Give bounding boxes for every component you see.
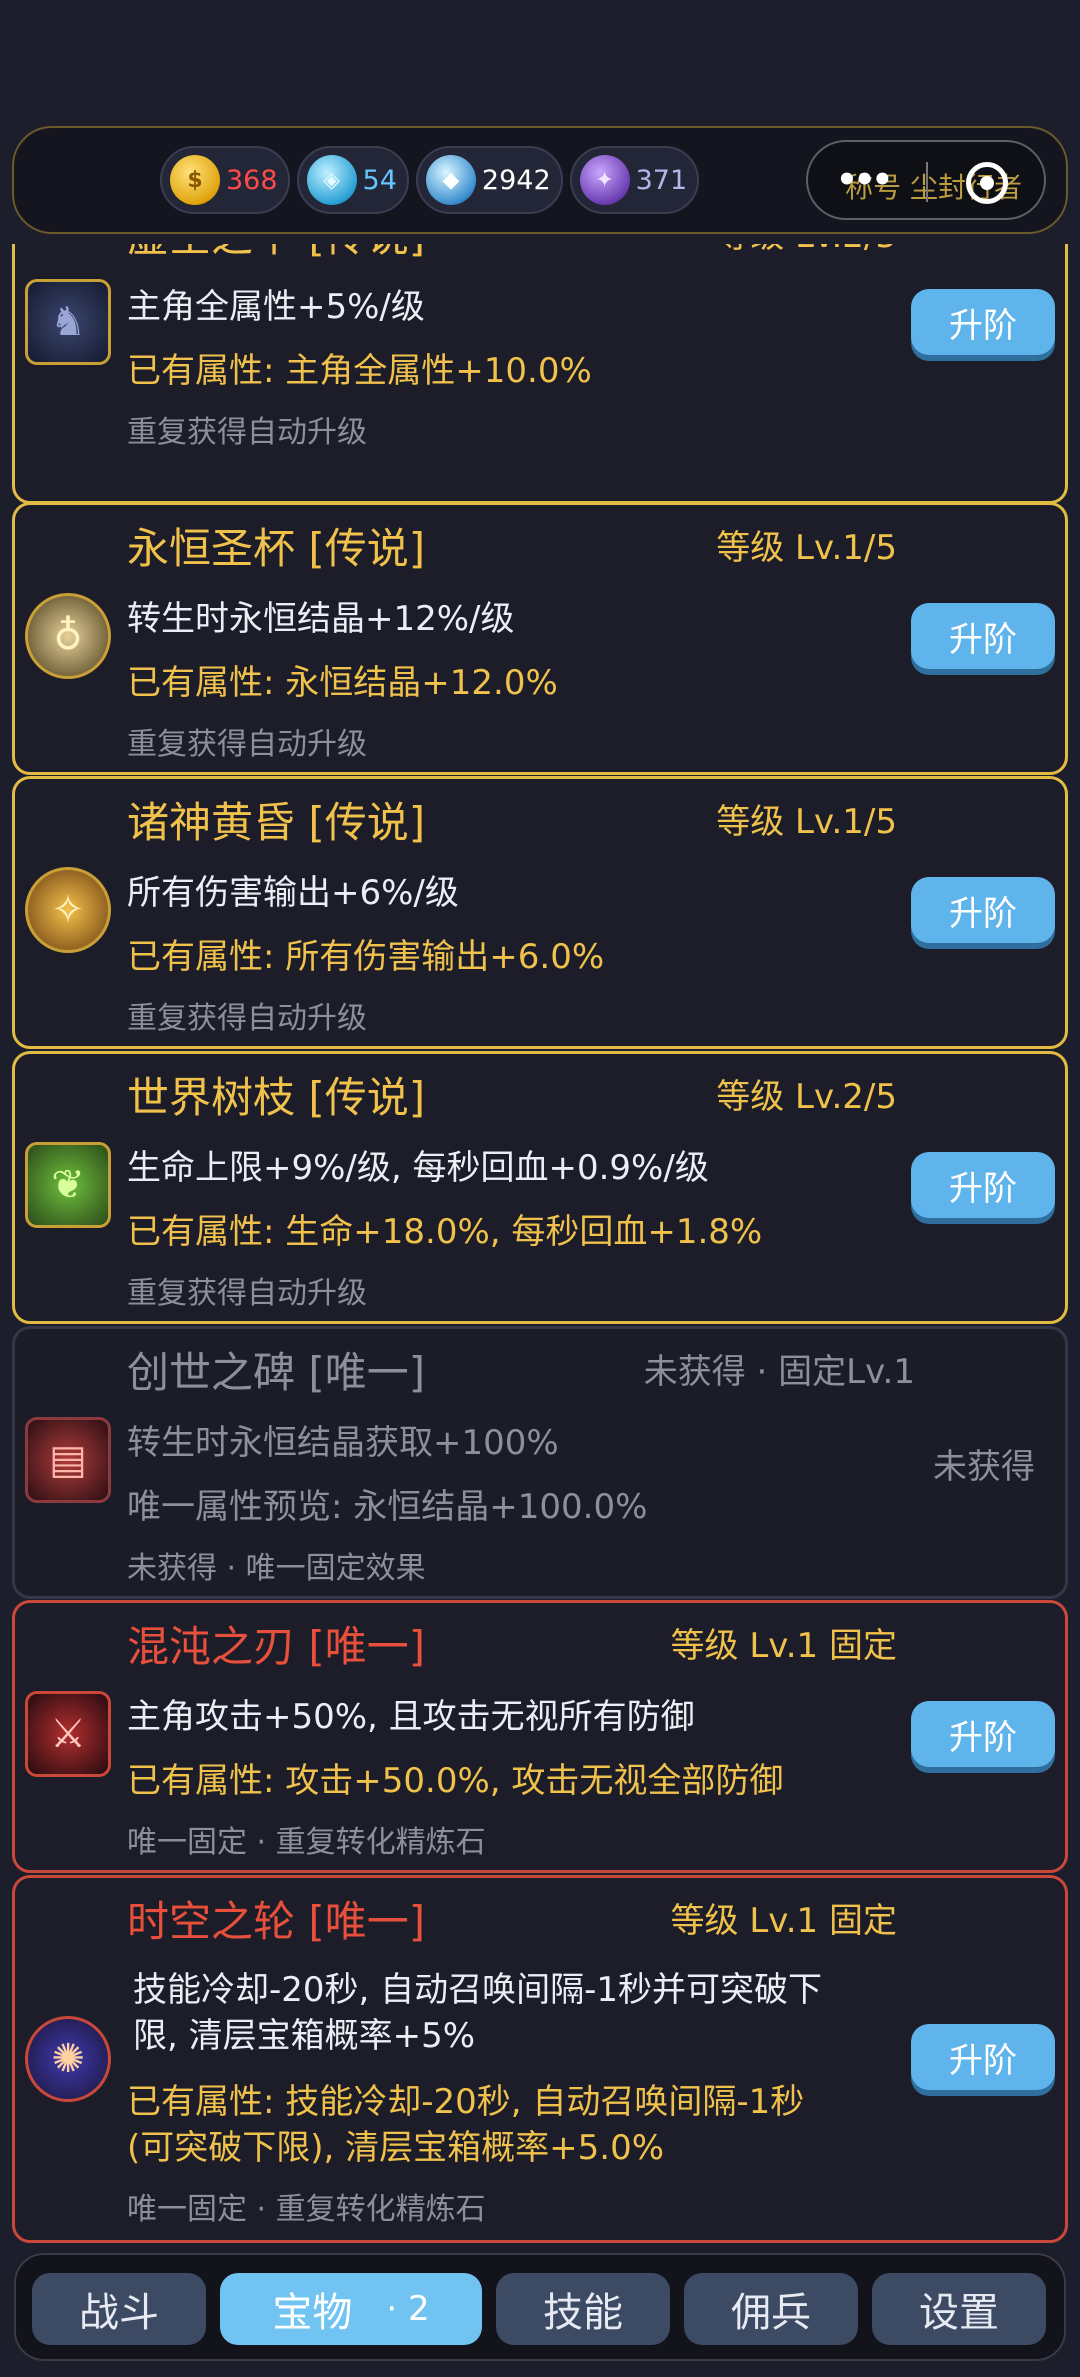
- treasure-level: 等级 Lv.1 固定: [670, 1626, 897, 1666]
- upgrade-button[interactable]: 升阶: [911, 603, 1055, 669]
- crystal-icon: ◆: [425, 155, 476, 205]
- treasure-name: 创世之碑 [唯一]: [127, 1348, 426, 1397]
- tab-treasure[interactable]: 宝物 · 2: [220, 2273, 482, 2345]
- gold-coin-icon: $: [170, 155, 220, 205]
- treasure-foot: 重复获得自动升级: [127, 1001, 367, 1036]
- tab-badge: · 2: [386, 2289, 430, 2329]
- treasure-card-chaos-blade: 混沌之刃 [唯一] 等级 Lv.1 固定 ⚔ 主角攻击+50%, 且攻击无视所有…: [12, 1600, 1068, 1873]
- genesis-stele-icon: ▤: [25, 1417, 111, 1503]
- treasure-foot: 重复获得自动升级: [127, 727, 367, 762]
- void-armor-icon: ♞: [25, 279, 111, 365]
- treasure-card-eternal-grail: 永恒圣杯 [传说] 等级 Lv.1/5 ♁ 转生时永恒结晶+12%/级 已有属性…: [12, 502, 1068, 775]
- treasure-attr-line2: (可突破下限), 清层宝箱概率+5.0%: [127, 2128, 665, 2168]
- tab-mercenaries[interactable]: 佣兵: [684, 2273, 858, 2345]
- treasure-foot: 唯一固定 · 重复转化精炼石: [127, 1825, 486, 1860]
- upgrade-button[interactable]: 升阶: [911, 877, 1055, 943]
- currency-blue-gem: ◈ 54: [296, 146, 409, 214]
- treasure-card-void-armor: 虚空之甲 [传说] 等级 Lv.2/5 ♞ 主角全属性+5%/级 已有属性: 主…: [12, 244, 1068, 504]
- tab-label: 佣兵: [731, 2290, 811, 2336]
- treasure-desc: 生命上限+9%/级, 每秒回血+0.9%/级: [127, 1148, 709, 1188]
- treasure-list[interactable]: 虚空之甲 [传说] 等级 Lv.2/5 ♞ 主角全属性+5%/级 已有属性: 主…: [0, 244, 1080, 2244]
- tab-battle[interactable]: 战斗: [32, 2273, 206, 2345]
- purple-crystal-icon: ✦: [579, 155, 630, 205]
- more-dots-icon[interactable]: •••: [836, 160, 893, 200]
- tab-label: 宝物: [272, 2290, 353, 2336]
- holy-grail-icon: ♁: [25, 593, 111, 679]
- upgrade-button[interactable]: 升阶: [911, 2024, 1055, 2090]
- treasure-desc: 主角攻击+50%, 且攻击无视所有防御: [127, 1697, 695, 1737]
- treasure-level: 等级 Lv.1/5: [716, 802, 897, 842]
- treasure-level: 等级 Lv.2/5: [716, 244, 897, 257]
- treasure-attr: 已有属性: 技能冷却-20秒, 自动召唤间隔-1秒: [127, 2082, 805, 2122]
- treasure-foot: 唯一固定 · 重复转化精炼石: [127, 2192, 486, 2227]
- ragnarok-icon: ✧: [25, 867, 111, 953]
- treasure-foot: 未获得 · 唯一固定效果: [127, 1551, 426, 1586]
- tab-label: 设置: [919, 2290, 999, 2336]
- currency-bar: $ 368 ◈ 54 ◆ 2942 ✦ 371 称号 尘封行者 •••: [12, 126, 1068, 234]
- mini-program-capsule: 称号 尘封行者 •••: [806, 140, 1046, 220]
- treasure-desc: 所有伤害输出+6%/级: [127, 873, 459, 913]
- treasure-card-ragnarok: 诸神黄昏 [传说] 等级 Lv.1/5 ✧ 所有伤害输出+6%/级 已有属性: …: [12, 776, 1068, 1049]
- tab-skills[interactable]: 技能: [496, 2273, 670, 2345]
- treasure-desc: 技能冷却-20秒, 自动召唤间隔-1秒并可突破下: [133, 1970, 823, 2010]
- treasure-card-genesis-stele: 创世之碑 [唯一] 未获得 · 固定Lv.1 ▤ 转生时永恒结晶获取+100% …: [12, 1326, 1068, 1599]
- upgrade-button[interactable]: 升阶: [911, 1701, 1055, 1767]
- treasure-level: 等级 Lv.1 固定: [670, 1901, 897, 1941]
- treasure-card-spacetime-wheel: 时空之轮 [唯一] 等级 Lv.1 固定 ✺ 技能冷却-20秒, 自动召唤间隔-…: [12, 1875, 1068, 2243]
- currency-crystal-value: 2942: [481, 164, 551, 196]
- treasure-name: 时空之轮 [唯一]: [127, 1897, 426, 1946]
- currency-gold-value: 368: [226, 164, 278, 196]
- world-tree-icon: ❦: [25, 1142, 111, 1228]
- treasure-name: 虚空之甲 [传说]: [127, 244, 425, 264]
- treasure-name: 诸神黄昏 [传说]: [127, 798, 426, 847]
- currency-blue-gem-value: 54: [362, 164, 397, 196]
- treasure-attr: 已有属性: 攻击+50.0%, 攻击无视全部防御: [127, 1761, 784, 1801]
- upgrade-button[interactable]: 升阶: [911, 1152, 1055, 1218]
- treasure-foot: 重复获得自动升级: [127, 415, 367, 450]
- chaos-blade-icon: ⚔: [25, 1691, 111, 1777]
- upgrade-button[interactable]: 升阶: [911, 289, 1055, 355]
- treasure-attr: 已有属性: 主角全属性+10.0%: [127, 351, 592, 391]
- treasure-desc: 主角全属性+5%/级: [127, 287, 425, 327]
- blue-gem-icon: ◈: [306, 155, 357, 205]
- treasure-attr: 已有属性: 永恒结晶+12.0%: [127, 663, 558, 703]
- treasure-card-world-tree: 世界树枝 [传说] 等级 Lv.2/5 ❦ 生命上限+9%/级, 每秒回血+0.…: [12, 1051, 1068, 1324]
- tab-settings[interactable]: 设置: [872, 2273, 1046, 2345]
- currency-crystal: ◆ 2942: [415, 146, 563, 214]
- treasure-level: 等级 Lv.2/5: [716, 1077, 897, 1117]
- treasure-name: 混沌之刃 [唯一]: [127, 1622, 426, 1671]
- treasure-level: 未获得 · 固定Lv.1: [643, 1352, 915, 1392]
- tab-label: 技能: [543, 2290, 623, 2336]
- spacetime-wheel-icon: ✺: [25, 2016, 111, 2102]
- currency-pills: $ 368 ◈ 54 ◆ 2942 ✦ 371: [160, 146, 700, 214]
- treasure-attr: 唯一属性预览: 永恒结晶+100.0%: [127, 1487, 648, 1527]
- bottom-nav: 战斗 宝物 · 2 技能 佣兵 设置: [14, 2253, 1066, 2361]
- tab-label: 战斗: [79, 2290, 159, 2336]
- not-acquired-label: 未获得: [933, 1447, 1035, 1487]
- treasure-attr: 已有属性: 所有伤害输出+6.0%: [127, 937, 605, 977]
- currency-purple-crystal: ✦ 371: [569, 146, 700, 214]
- treasure-foot: 重复获得自动升级: [127, 1276, 367, 1311]
- treasure-name: 永恒圣杯 [传说]: [127, 524, 426, 573]
- treasure-desc: 转生时永恒结晶+12%/级: [127, 599, 515, 639]
- close-target-icon[interactable]: [966, 162, 1008, 204]
- currency-purple-crystal-value: 371: [635, 164, 688, 196]
- treasure-desc: 转生时永恒结晶获取+100%: [127, 1423, 559, 1463]
- treasure-name: 世界树枝 [传说]: [127, 1073, 426, 1122]
- treasure-level: 等级 Lv.1/5: [716, 528, 897, 568]
- treasure-desc-line2: 限, 清层宝箱概率+5%: [133, 2016, 476, 2056]
- currency-gold: $ 368: [160, 146, 290, 214]
- treasure-attr: 已有属性: 生命+18.0%, 每秒回血+1.8%: [127, 1212, 763, 1252]
- capsule-divider: [926, 162, 928, 202]
